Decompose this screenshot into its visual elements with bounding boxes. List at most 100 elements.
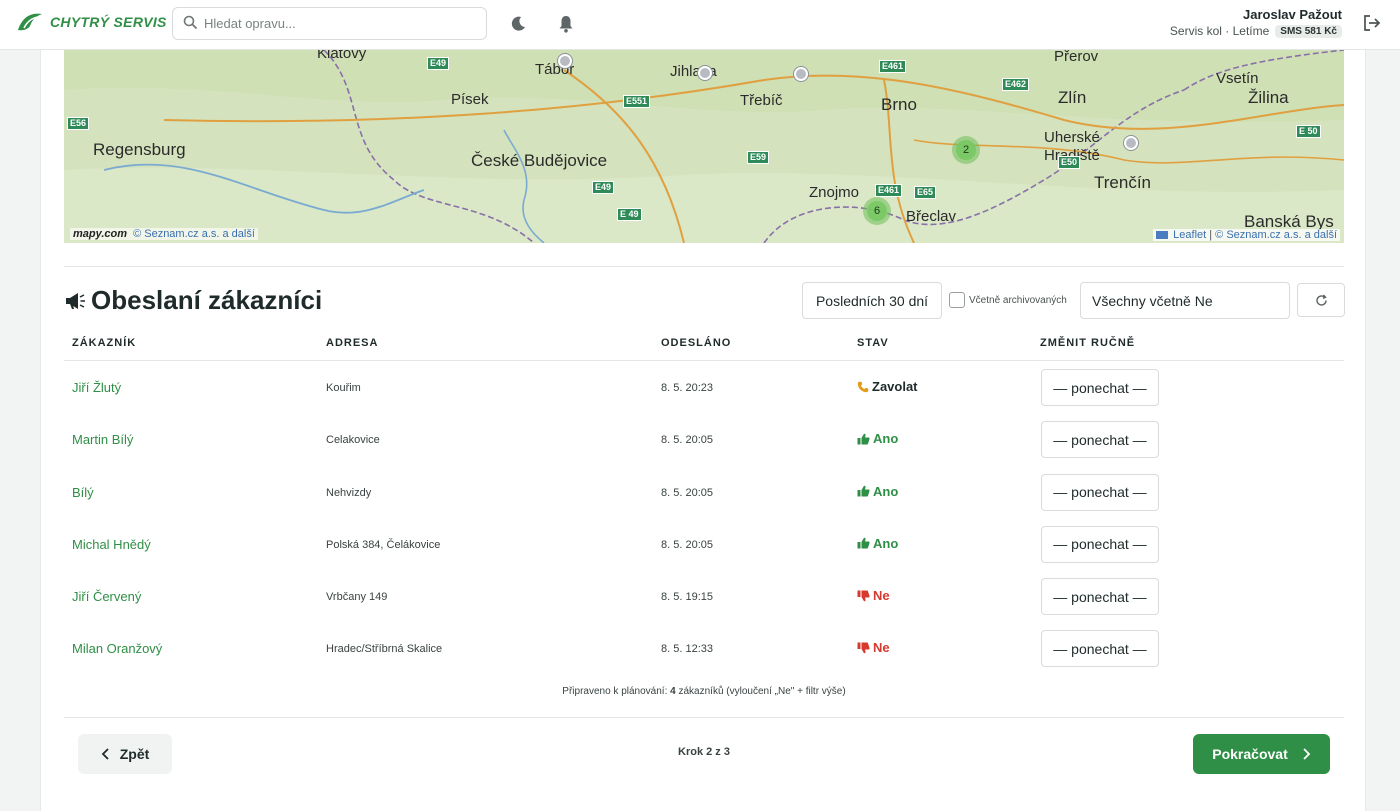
map-road-label: E65 xyxy=(914,186,937,199)
moon-icon xyxy=(511,16,525,31)
divider xyxy=(64,717,1344,718)
logout-button[interactable] xyxy=(1362,13,1384,35)
map-marker[interactable] xyxy=(558,54,572,68)
map-road-label: E59 xyxy=(747,151,770,164)
section-header: Obeslaní zákazníci Posledních 30 dní Vče… xyxy=(64,282,1345,320)
period-filter-button[interactable]: Posledních 30 dní xyxy=(802,282,942,319)
customer-address: Hradec/Stříbrná Skalice xyxy=(326,643,443,656)
map-road-label: E551 xyxy=(623,95,651,108)
brand-name: CHYTRÝ SERVIS xyxy=(50,14,167,30)
sent-time: 8. 5. 20:05 xyxy=(661,434,713,447)
search-box[interactable] xyxy=(172,7,487,40)
map-road-label: E462 xyxy=(1002,78,1030,91)
continue-button[interactable]: Pokračovat xyxy=(1193,734,1330,774)
map-cluster[interactable]: 2 xyxy=(952,136,980,164)
divider xyxy=(64,266,1344,267)
manual-status-select[interactable]: — ponechat — xyxy=(1041,525,1159,563)
customer-address: Kouřim xyxy=(326,382,361,394)
sms-credit-badge: SMS 581 Kč xyxy=(1275,24,1342,38)
search-icon xyxy=(183,15,198,33)
status-label: Ano xyxy=(873,483,899,499)
thumbs-up-icon xyxy=(857,485,870,497)
customer-name-link[interactable]: Milan Oranžový xyxy=(72,641,162,656)
column-header-sent: Odesláno xyxy=(661,337,732,349)
map-city-label: Zlín xyxy=(1058,88,1087,107)
table-header: Zákazník Adresa Odesláno Stav Změnit ruč… xyxy=(64,328,1344,361)
thumbs-up-icon xyxy=(857,433,870,445)
map-road-label: E461 xyxy=(875,184,903,197)
map-marker[interactable] xyxy=(698,66,712,80)
status-label: Ne xyxy=(873,588,890,604)
customer-name-link[interactable]: Jiří Žlutý xyxy=(72,380,121,395)
dark-mode-toggle[interactable] xyxy=(506,12,530,36)
column-header-customer: Zákazník xyxy=(72,337,137,349)
customer-address: Polská 384, Čelákovice xyxy=(326,538,441,551)
map-attribution-link[interactable]: © Seznam.cz a.s. a další xyxy=(133,228,255,240)
logout-icon xyxy=(1364,15,1381,31)
summary-count: 4 xyxy=(670,686,676,697)
status-filter-select[interactable]: Všechny včetně Ne xyxy=(1080,282,1290,319)
status-label: Ne xyxy=(873,640,890,656)
status-label: Zavolat xyxy=(872,379,918,394)
map-city-label: Uherské Hradiště xyxy=(1044,129,1100,164)
map-cluster[interactable]: 6 xyxy=(863,197,891,225)
map-marker[interactable] xyxy=(1124,136,1138,150)
column-header-address: Adresa xyxy=(326,337,379,349)
map-city-label: Třebíč xyxy=(740,92,783,109)
table-row: Jiří Žlutý Kouřim 8. 5. 20:23 Zavolat — pone… xyxy=(64,361,1344,413)
leaflet-flag-icon xyxy=(1156,231,1169,240)
manual-status-select[interactable]: — ponechat — xyxy=(1041,630,1159,668)
status-badge: Zavolat xyxy=(857,379,918,394)
map-city-label: Trenčín xyxy=(1094,173,1152,192)
user-info[interactable]: Jaroslav Pažout Servis kol · Letíme SMS … xyxy=(1170,7,1342,38)
manual-status-select[interactable]: — ponechat — xyxy=(1041,421,1159,459)
refresh-button[interactable] xyxy=(1297,283,1345,317)
brand[interactable]: CHYTRÝ SERVIS xyxy=(16,10,167,34)
customer-address: Celakovice xyxy=(326,434,380,447)
include-archived-checkbox[interactable] xyxy=(949,292,965,308)
customer-map[interactable]: Klatovy Tábor Jihlava Přerov Vsetín Zlín… xyxy=(64,50,1344,243)
user-company-line: Servis kol · Letíme SMS 581 Kč xyxy=(1170,24,1342,38)
search-input[interactable] xyxy=(204,16,464,31)
brand-logo-icon xyxy=(18,13,42,31)
map-marker[interactable] xyxy=(794,67,808,81)
refresh-icon xyxy=(1315,294,1327,306)
map-attribution-right: Leaflet | © Seznam.cz a.s. a další xyxy=(1153,229,1340,241)
customer-name-link[interactable]: Jiří Červený xyxy=(72,589,141,604)
summary-suffix: zákazníků (vyloučení „Ne" + filtr výše) xyxy=(678,686,846,697)
map-road-label: E49 xyxy=(592,181,615,194)
map-road-label: E461 xyxy=(879,60,907,73)
customer-name-link[interactable]: Martin Bílý xyxy=(72,432,133,447)
seznam-link[interactable]: © Seznam.cz a.s. a další xyxy=(1215,229,1337,241)
user-company: Servis kol · Letíme xyxy=(1169,24,1270,38)
top-bar: CHYTRÝ SERVIS Jaroslav Pažout Servis kol… xyxy=(0,0,1400,50)
customer-name-link[interactable]: Michal Hnědý xyxy=(72,537,151,552)
bell-icon xyxy=(559,16,573,33)
status-badge: Ano xyxy=(857,484,898,499)
manual-status-select[interactable]: — ponechat — xyxy=(1041,578,1159,616)
leaflet-link[interactable]: Leaflet xyxy=(1173,229,1206,241)
include-archived-label: Včetně archivovaných xyxy=(969,294,1067,306)
map-cluster-count: 2 xyxy=(956,140,976,160)
notifications-button[interactable] xyxy=(554,12,578,36)
sent-time: 8. 5. 20:05 xyxy=(661,486,713,499)
table-row: Jiří Červený Vrbčany 149 8. 5. 19:15 Ne — po… xyxy=(64,570,1344,622)
manual-status-select[interactable]: — ponechat — xyxy=(1041,369,1159,406)
megaphone-icon xyxy=(66,293,85,309)
include-archived-toggle[interactable]: Včetně archivovaných xyxy=(949,292,1067,308)
phone-icon xyxy=(857,381,869,393)
column-header-status: Stav xyxy=(857,337,889,349)
thumbs-down-icon xyxy=(857,642,870,654)
map-cluster-count: 6 xyxy=(867,201,887,221)
map-road-label: E 49 xyxy=(617,208,642,221)
table-row: Michal Hnědý Polská 384, Čelákovice 8. 5. … xyxy=(64,518,1344,570)
continue-button-label: Pokračovat xyxy=(1212,746,1288,762)
map-city-label: Břeclav xyxy=(906,208,957,225)
map-road-label: E49 xyxy=(427,57,450,70)
table-row: Milan Oranžový Hradec/Stříbrná Skalice 8. … xyxy=(64,622,1344,674)
status-label: Ano xyxy=(873,535,899,551)
sent-time: 8. 5. 12:33 xyxy=(661,643,713,656)
status-badge: Ne xyxy=(857,640,890,655)
manual-status-select[interactable]: — ponechat — xyxy=(1041,473,1159,511)
customer-name-link[interactable]: Bílý xyxy=(72,485,94,500)
